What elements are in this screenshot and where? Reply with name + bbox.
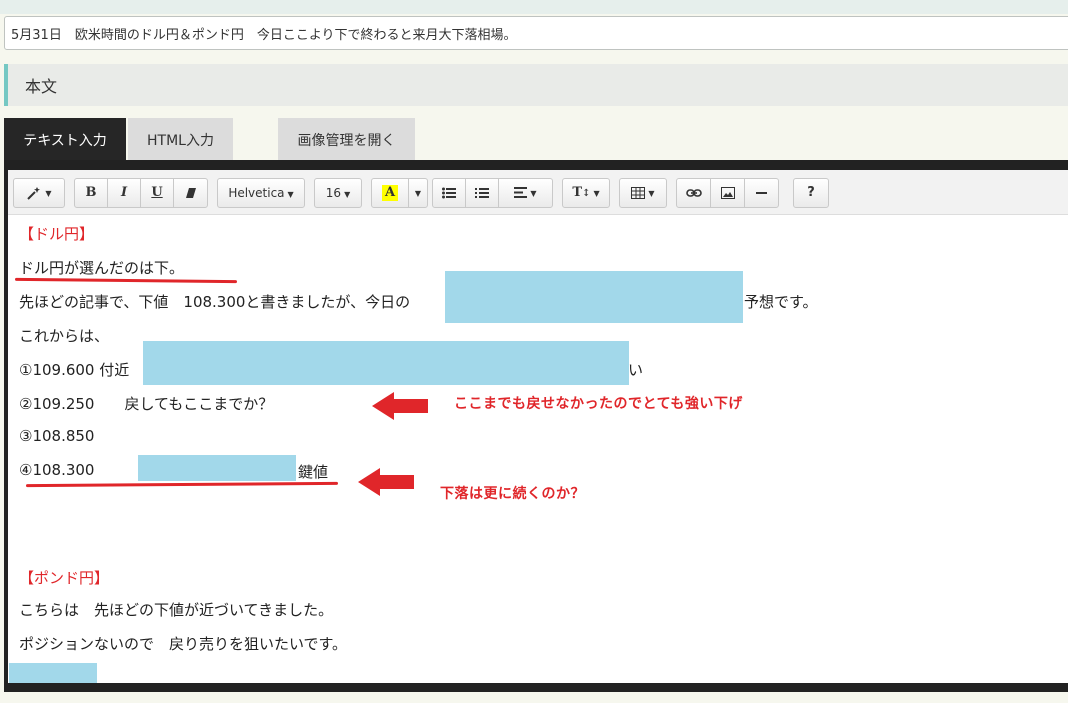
text-height-arrow-icon: ↕ [582,188,591,199]
text-height-button[interactable]: T↕ ▼ [562,178,610,208]
table-icon [631,186,646,199]
text-height-icon: T [572,185,583,200]
horizontal-rule-button[interactable] [744,178,779,208]
italic-button[interactable]: I [107,178,141,208]
help-button[interactable]: ? [793,178,829,208]
red-arrow-icon [358,468,414,496]
redaction-mask [143,341,629,385]
usdjpy-line-4: ①109.600 付近 [19,361,130,379]
usdjpy-line-4-end: い [628,361,644,379]
redaction-mask [138,455,296,481]
red-underline-mark [25,481,339,488]
usdjpy-line-1: ドル円が選んだのは下。 [19,259,185,277]
numbered-list-icon [475,187,489,198]
font-family-select[interactable]: Helvetica ▼ [217,178,305,208]
clear-format-button[interactable] [173,178,208,208]
usdjpy-line-3: これからは、 [19,327,110,345]
top-strip [0,0,1068,14]
usdjpy-line-6: ③108.850 [19,427,95,445]
redaction-mask [445,271,743,323]
bullet-list-button[interactable] [432,178,466,208]
highlight-color-button[interactable]: A [371,178,409,208]
bold-button[interactable]: B [74,178,108,208]
table-button[interactable]: ▼ [619,178,667,208]
magic-wand-icon [27,186,41,200]
usdjpy-line-7: ④108.300 [19,461,95,479]
usdjpy-line-2: 先ほどの記事で、下値 108.300と書きましたが、今日の [19,293,411,311]
editor-content[interactable]: 【ドル円】 ドル円が選んだのは下。 先ほどの記事で、下値 108.300と書きま… [8,215,1068,683]
chevron-down-icon: ▼ [593,188,600,198]
numbered-list-button[interactable] [465,178,499,208]
tab-html-input[interactable]: HTML入力 [128,118,233,160]
redaction-mask [9,663,97,683]
body-section-header: 本文 [4,64,1068,106]
gbpjpy-line-2: ポジションないので 戻り売りを狙いたいです。 [19,635,348,653]
highlight-a-icon: A [382,184,398,201]
tab-text-input[interactable]: テキスト入力 [4,118,126,160]
underline-button[interactable]: U [140,178,174,208]
usdjpy-heading: 【ドル円】 [19,225,95,243]
usdjpy-line-2-end: 予想です。 [744,293,818,311]
editor-toolbar: ▼ B I U Helvetica ▼ 16 ▼ A ▼ ▼ T↕ ▼ ▼ ? [8,170,1068,215]
bullet-list-icon [442,187,456,198]
image-icon [720,186,735,199]
usdjpy-line-5: ②109.250 戻してもここまでか？ [19,395,274,413]
annotation-note-1: ここまでも戻せなかったのでとても強い下げ [454,396,743,412]
highlight-color-dropdown[interactable]: ▼ [408,178,428,208]
gbpjpy-heading: 【ポンド円】 [19,569,110,587]
font-family-value: Helvetica [228,186,285,200]
open-image-manager-button[interactable]: 画像管理を開く [278,118,415,160]
align-left-icon [514,187,528,198]
gbpjpy-line-1: こちらは 先ほどの下値が近づいてきました。 [19,601,334,619]
magic-wand-button[interactable]: ▼ [13,178,65,208]
usdjpy-line-7-end: 鍵値 [298,463,329,481]
red-underline-mark [14,277,238,284]
chevron-down-icon: ▼ [530,189,537,198]
font-size-select[interactable]: 16 ▼ [314,178,362,208]
minus-icon [756,191,767,194]
chevron-down-icon: ▼ [648,189,655,198]
section-label: 本文 [25,77,58,96]
chevron-down-icon: ▼ [344,190,351,199]
insert-link-button[interactable] [676,178,711,208]
editor-frame: ▼ B I U Helvetica ▼ 16 ▼ A ▼ ▼ T↕ ▼ ▼ ? … [4,160,1068,692]
chevron-down-icon: ▼ [45,189,52,198]
link-icon [685,188,702,197]
chevron-down-icon: ▼ [414,189,422,198]
annotation-note-2: 下落は更に続くのか？ [440,486,585,502]
red-arrow-icon [372,392,428,420]
post-title-input[interactable]: 5月31日 欧米時間のドル円＆ポンド円 今日ここより下で終わると来月大下落相場。 [4,16,1068,50]
chevron-down-icon: ▼ [287,190,294,199]
insert-image-button[interactable] [710,178,745,208]
eraser-icon [185,187,196,198]
paragraph-align-button[interactable]: ▼ [498,178,553,208]
font-size-value: 16 [325,186,342,200]
